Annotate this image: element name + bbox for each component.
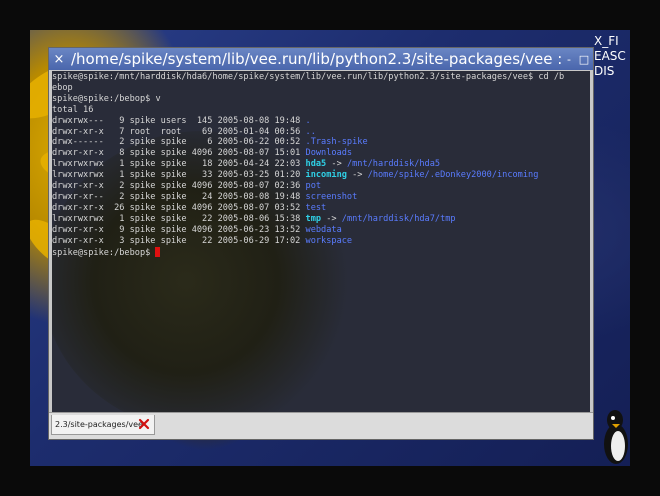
terminal-output[interactable]: spike@spike:/mnt/harddisk/hda6/home/spik… bbox=[52, 71, 590, 413]
ls-link-target: /home/spike/.eDonkey2000/incoming bbox=[367, 170, 539, 181]
terminal-line-text: spike@spike:/bebop$ v bbox=[52, 93, 161, 104]
terminal-window[interactable]: × /home/spike/system/lib/vee.run/lib/pyt… bbox=[48, 47, 594, 440]
ls-entry: drwxr-xr-x 2 spike spike 4096 2005-08-07… bbox=[52, 181, 590, 192]
ls-entry-name: tmp bbox=[305, 213, 322, 224]
ls-link-target: /mnt/harddisk/hda7/tmp bbox=[341, 213, 456, 224]
ls-entry-meta: drwxr-xr-x 3 spike spike 22 2005-06-29 1… bbox=[52, 235, 306, 246]
ls-entry: drwxr-xr-- 2 spike spike 24 2005-08-08 1… bbox=[52, 192, 590, 203]
close-icon[interactable] bbox=[138, 418, 150, 430]
terminal-line: spike@spike:/mnt/harddisk/hda6/home/spik… bbox=[52, 72, 590, 83]
ls-entry-meta: drwxr-xr-x 7 root root 69 2005-01-04 00:… bbox=[52, 126, 306, 137]
ls-link-arrow: -> bbox=[346, 170, 368, 181]
ls-entry: drwxr-xr-x 3 spike spike 22 2005-06-29 1… bbox=[52, 236, 590, 247]
desktop-icon-label[interactable]: X_FI EASC DIS bbox=[594, 34, 630, 79]
window-title: /home/spike/system/lib/vee.run/lib/pytho… bbox=[71, 50, 563, 68]
terminal-line-text: ebop bbox=[52, 82, 73, 93]
ls-entry-meta: lrwxrwxrwx 1 spike spike 18 2005-04-24 2… bbox=[52, 159, 306, 170]
terminal-line: spike@spike:/bebop$ bbox=[52, 246, 590, 259]
ls-entry: drwx------ 2 spike spike 6 2005-06-22 00… bbox=[52, 137, 590, 148]
ls-entry-name: .. bbox=[305, 126, 316, 137]
ls-entry-meta: drwxr-xr-x 9 spike spike 4096 2005-06-23… bbox=[52, 224, 306, 235]
terminal-line: spike@spike:/bebop$ v bbox=[52, 94, 590, 105]
ls-entry-meta: drwxr-xr-x 26 spike spike 4096 2005-08-0… bbox=[52, 202, 306, 213]
shade-button[interactable]: - bbox=[563, 53, 575, 66]
ls-entry: lrwxrwxrwx 1 spike spike 22 2005-08-06 1… bbox=[52, 214, 590, 225]
terminal-line-text: total 16 bbox=[52, 104, 94, 115]
ls-entry-meta: drwxr-xr-x 2 spike spike 4096 2005-08-07… bbox=[52, 181, 306, 192]
window-titlebar[interactable]: × /home/spike/system/lib/vee.run/lib/pyt… bbox=[49, 48, 593, 70]
ls-entry: drwxr-xr-x 26 spike spike 4096 2005-08-0… bbox=[52, 203, 590, 214]
ls-link-target: /mnt/harddisk/hda5 bbox=[346, 159, 441, 170]
ls-entry-name: screenshot bbox=[305, 191, 358, 202]
maximize-button[interactable]: □ bbox=[578, 53, 590, 66]
ls-entry-meta: lrwxrwxrwx 1 spike spike 33 2005-03-25 0… bbox=[52, 170, 306, 181]
ls-entry: drwxr-xr-x 9 spike spike 4096 2005-06-23… bbox=[52, 225, 590, 236]
terminal-line: total 16 bbox=[52, 105, 590, 116]
terminal-prompt: spike@spike:/bebop$ bbox=[52, 247, 156, 258]
ls-entry-meta: drwxr-xr-x 8 spike spike 4096 2005-08-07… bbox=[52, 148, 306, 159]
ls-entry-name: test bbox=[305, 202, 327, 213]
ls-entry: lrwxrwxrwx 1 spike spike 18 2005-04-24 2… bbox=[52, 159, 590, 170]
ls-entry-meta: drwxrwx--- 9 spike users 145 2005-08-08 … bbox=[52, 115, 306, 126]
tab-bar: 2.3/site-packages/vee bbox=[49, 412, 593, 439]
ls-entry-name: incoming bbox=[305, 170, 347, 181]
ls-entry: drwxr-xr-x 8 spike spike 4096 2005-08-07… bbox=[52, 148, 590, 159]
ls-entry-name: workspace bbox=[305, 235, 353, 246]
tab-label: 2.3/site-packages/vee bbox=[55, 420, 143, 429]
terminal-line-text: spike@spike:/mnt/harddisk/hda6/home/spik… bbox=[52, 72, 565, 82]
window-menu-button[interactable]: × bbox=[51, 52, 67, 67]
terminal-tab[interactable]: 2.3/site-packages/vee bbox=[51, 415, 155, 435]
ls-entry-name: .Trash-spike bbox=[305, 137, 368, 148]
ls-entry-meta: drwx------ 2 spike spike 6 2005-06-22 00… bbox=[52, 137, 306, 148]
ls-entry-name: pot bbox=[305, 181, 322, 192]
ls-entry-name: . bbox=[305, 115, 311, 126]
ls-entry-name: webdata bbox=[305, 224, 342, 235]
ls-link-arrow: -> bbox=[321, 213, 342, 224]
terminal-text: spike@spike:/mnt/harddisk/hda6/home/spik… bbox=[52, 71, 590, 258]
ls-entry-name: Downloads bbox=[305, 148, 353, 159]
ls-entry: drwxrwx--- 9 spike users 145 2005-08-08 … bbox=[52, 116, 590, 127]
tux-penguin-icon bbox=[604, 410, 628, 464]
ls-entry-name: hda5 bbox=[305, 159, 327, 170]
ls-entry: lrwxrwxrwx 1 spike spike 33 2005-03-25 0… bbox=[52, 170, 590, 181]
ls-entry-meta: lrwxrwxrwx 1 spike spike 22 2005-08-06 1… bbox=[52, 213, 306, 224]
ls-entry: drwxr-xr-x 7 root root 69 2005-01-04 00:… bbox=[52, 127, 590, 138]
ls-link-arrow: -> bbox=[326, 159, 347, 170]
text-cursor bbox=[155, 246, 161, 257]
terminal-line: ebop bbox=[52, 83, 590, 94]
ls-entry-meta: drwxr-xr-- 2 spike spike 24 2005-08-08 1… bbox=[52, 191, 306, 202]
